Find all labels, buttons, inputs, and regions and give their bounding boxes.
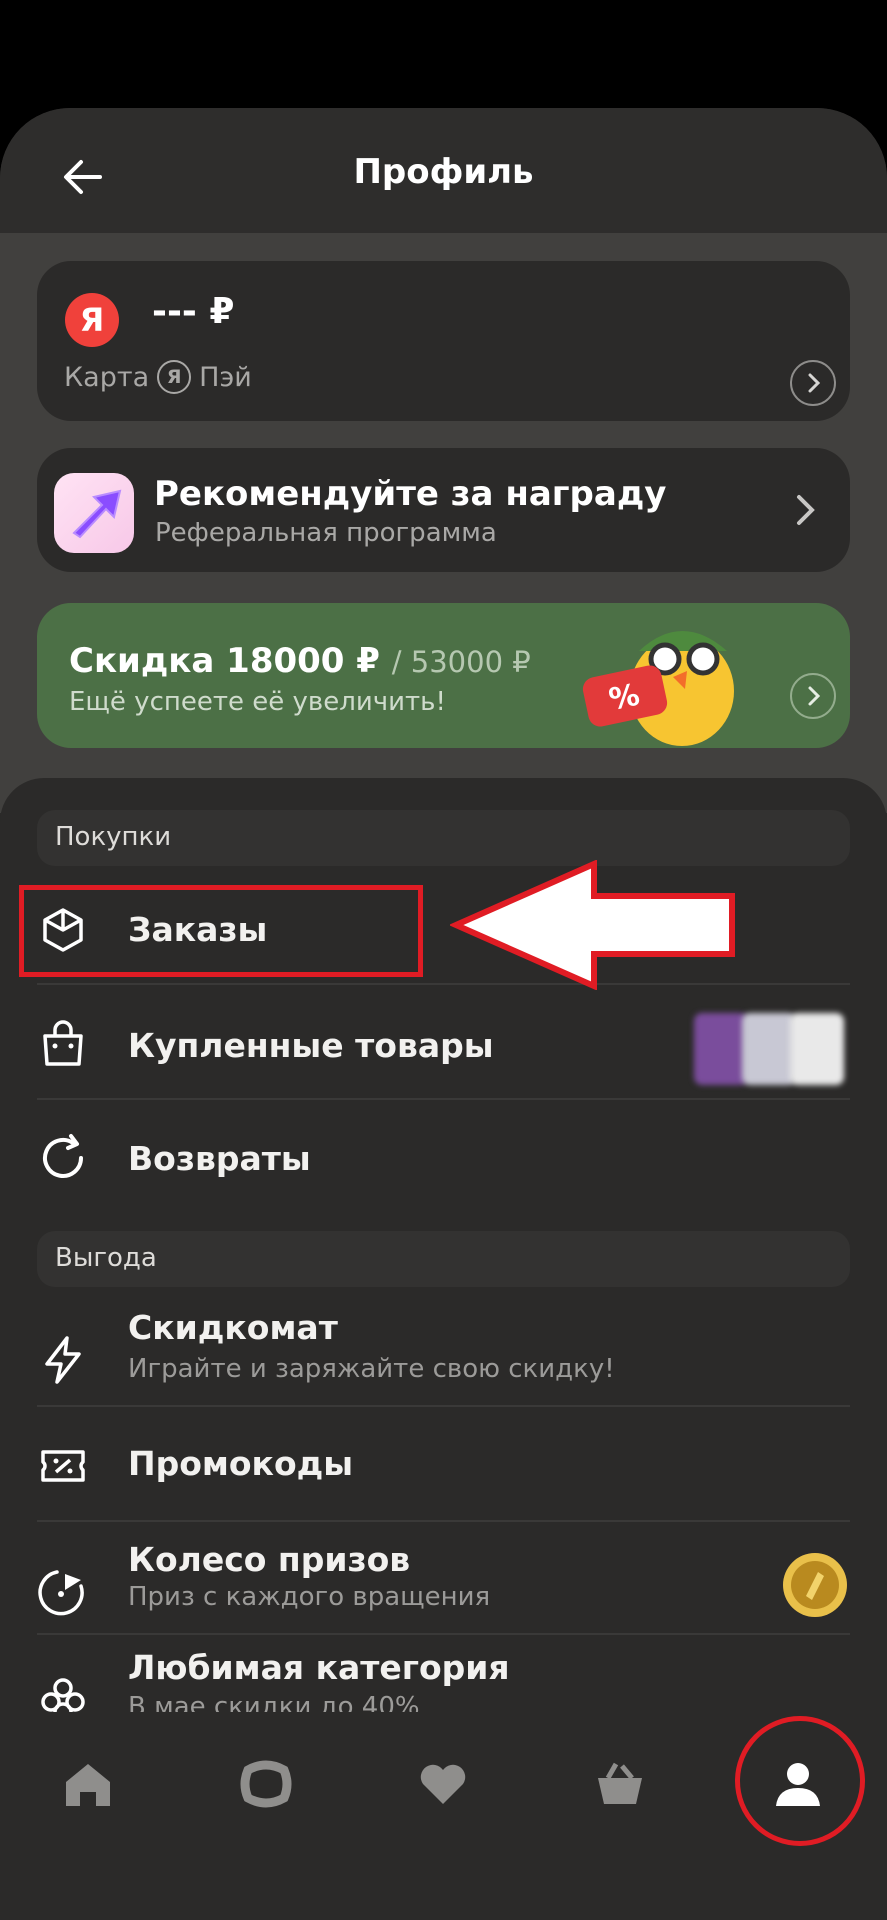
pointer-arrow — [450, 860, 735, 990]
pay-card-label-suffix: Пэй — [199, 361, 252, 393]
divider — [37, 1098, 850, 1100]
divider — [37, 1405, 850, 1407]
home-icon[interactable] — [60, 1756, 116, 1812]
profile-screen: Профиль Я --- ₽ Карта Я Пэй Рекомендуйте… — [0, 108, 887, 1920]
menu-item-label: Любимая категория — [128, 1648, 510, 1687]
pay-card-label: Карта Я Пэй — [64, 360, 252, 394]
pay-balance: --- ₽ — [152, 291, 235, 332]
mascot-image: % — [582, 631, 734, 746]
chevron-right-icon — [797, 495, 815, 525]
discount-value: Скидка 18000 ₽ — [69, 641, 380, 681]
divider — [37, 1633, 850, 1635]
yandex-pay-card[interactable] — [37, 261, 850, 421]
discount-subtitle: Ещё успеете её увеличить! — [69, 687, 446, 717]
menu-item-label: Скидкомат — [128, 1308, 338, 1347]
yandex-mini-icon: Я — [157, 360, 192, 394]
menu-item-returns[interactable]: Возвраты — [37, 1103, 850, 1213]
purchased-thumbnails — [694, 1013, 848, 1085]
product-thumbnail — [694, 1013, 748, 1085]
page-title: Профиль — [353, 152, 534, 192]
chevron-right-icon — [808, 686, 821, 706]
section-purchases: Покупки — [37, 810, 850, 866]
catalog-icon[interactable] — [238, 1756, 294, 1812]
section-title: Покупки — [55, 822, 172, 852]
menu-item-label: Колесо призов — [128, 1540, 411, 1579]
menu-item-subtitle: Приз с каждого вращения — [128, 1582, 491, 1612]
referral-arrow-image — [54, 473, 134, 553]
menu-item-subtitle: Играйте и заряжайте свою скидку! — [128, 1354, 615, 1384]
lightning-icon — [45, 1336, 81, 1384]
shopping-bag-icon — [43, 1020, 83, 1066]
menu-item-prize-wheel[interactable]: Колесо призов Приз с каждого вращения — [37, 1528, 850, 1638]
refresh-icon — [43, 1134, 83, 1178]
discount-card[interactable]: Скидка 18000 ₽ / 53000 ₽ Ещё успеете её … — [37, 603, 850, 748]
menu-item-label: Промокоды — [128, 1444, 354, 1483]
section-title: Выгода — [55, 1243, 157, 1273]
product-thumbnail — [790, 1013, 844, 1085]
product-thumbnail — [742, 1013, 796, 1085]
ticket-icon — [41, 1450, 85, 1482]
chevron-right-icon — [808, 373, 821, 393]
top-bar: Профиль — [0, 108, 887, 233]
discount-amount: Скидка 18000 ₽ / 53000 ₽ — [69, 641, 531, 681]
highlight-circle — [735, 1716, 865, 1846]
menu-item-purchased[interactable]: Купленные товары — [37, 988, 850, 1098]
menu-item-label: Возвраты — [128, 1139, 311, 1178]
discount-open-button[interactable] — [790, 673, 836, 719]
referral-title: Рекомендуйте за награду — [154, 474, 667, 514]
favorites-icon[interactable] — [415, 1756, 471, 1812]
pay-card-open-button[interactable] — [790, 360, 836, 406]
cart-icon[interactable] — [592, 1756, 648, 1812]
divider — [37, 1520, 850, 1522]
discount-total: / 53000 ₽ — [391, 645, 531, 679]
referral-subtitle: Реферальная программа — [155, 518, 497, 548]
section-benefits: Выгода — [37, 1231, 850, 1287]
coin-icon — [783, 1553, 847, 1617]
menu-item-promocodes[interactable]: Промокоды — [37, 1408, 850, 1518]
yandex-pay-badge: Я — [65, 293, 119, 347]
highlight-box — [19, 885, 423, 977]
menu-item-label: Купленные товары — [128, 1026, 494, 1065]
wheel-icon — [38, 1570, 84, 1616]
menu-item-skidkomat[interactable]: Скидкомат Играйте и заряжайте свою скидк… — [37, 1298, 850, 1418]
pay-card-label-prefix: Карта — [64, 361, 150, 393]
